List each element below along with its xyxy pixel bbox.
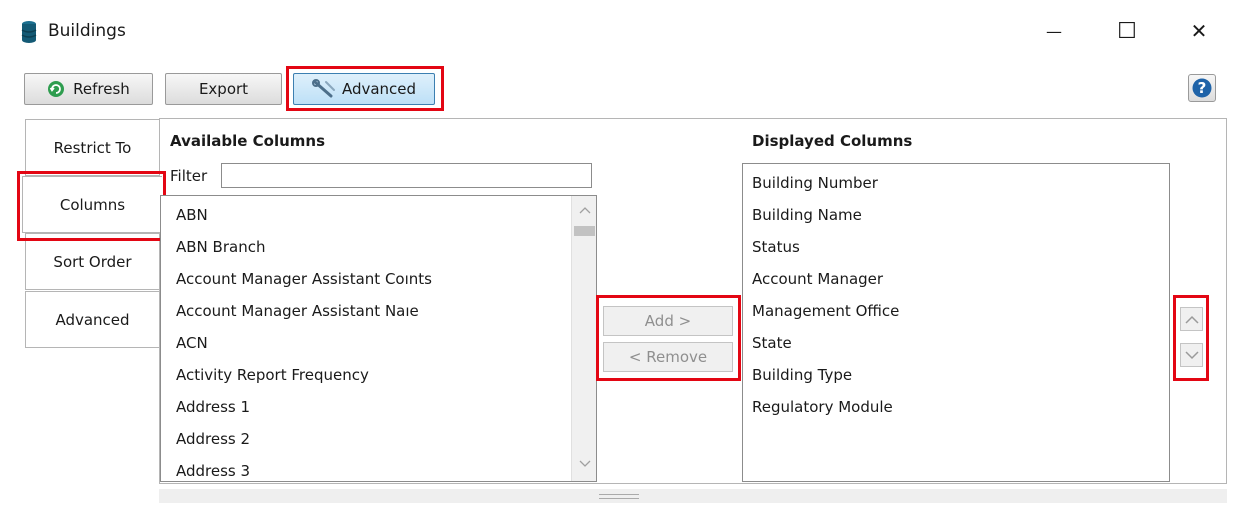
list-item[interactable]: Building Name (752, 206, 862, 224)
minimize-button[interactable]: — (1039, 16, 1069, 46)
refresh-icon (48, 81, 65, 97)
add-label: Add > (644, 312, 692, 330)
list-item[interactable]: Activity Report Frequency (176, 366, 369, 384)
tab-advanced-label: Advanced (55, 310, 130, 329)
available-columns-heading: Available Columns (170, 132, 326, 150)
tab-sort-order-label: Sort Order (53, 252, 132, 271)
refresh-label: Refresh (73, 80, 130, 98)
list-item[interactable]: Address 2 (176, 430, 250, 448)
available-scrollbar[interactable] (571, 196, 596, 481)
scroll-thumb[interactable] (574, 226, 595, 236)
move-down-button[interactable] (1180, 343, 1203, 367)
maximize-button[interactable]: ☐ (1112, 16, 1142, 46)
chevron-down-icon (1184, 350, 1199, 359)
filter-label: Filter (170, 167, 208, 185)
splitter-bar[interactable] (159, 489, 1227, 503)
database-icon (21, 21, 37, 43)
scroll-up-arrow[interactable] (572, 200, 596, 220)
splitter-grip[interactable] (599, 494, 639, 499)
list-item[interactable]: ACN (176, 334, 208, 352)
list-item[interactable]: ABN Branch (176, 238, 265, 256)
help-glyph: ? (1197, 79, 1207, 97)
tab-columns-label: Columns (59, 195, 126, 214)
list-item[interactable]: Address 1 (176, 398, 250, 416)
tab-advanced[interactable]: Advanced (25, 291, 160, 348)
list-item[interactable]: Management Office (752, 302, 899, 320)
tab-restrict-to-label: Restrict To (53, 138, 132, 157)
advanced-label: Advanced (341, 80, 417, 98)
close-icon: ✕ (1190, 19, 1208, 43)
list-item[interactable]: Account Manager Assistant Naıe (176, 302, 419, 320)
wrench-icon (311, 79, 335, 98)
export-label: Export (198, 80, 249, 98)
move-up-button[interactable] (1180, 307, 1203, 331)
list-item[interactable]: State (752, 334, 792, 352)
title-bar: Buildings — ☐ ✕ (0, 0, 1237, 62)
maximize-icon: ☐ (1117, 18, 1137, 44)
export-button[interactable]: Export (165, 73, 282, 105)
chevron-up-icon (1184, 315, 1199, 324)
tab-columns[interactable]: Columns (22, 176, 162, 233)
scroll-down-arrow[interactable] (572, 454, 596, 474)
remove-button[interactable]: < Remove (603, 342, 733, 372)
chevron-down-icon (579, 460, 590, 467)
list-item[interactable]: ABN (176, 206, 208, 224)
filter-input[interactable] (221, 163, 592, 188)
remove-label: < Remove (628, 348, 708, 366)
help-button[interactable]: ? (1188, 74, 1216, 102)
list-item[interactable]: Account Manager Assistant Coınts (176, 270, 432, 288)
minimize-icon: — (1046, 21, 1062, 41)
chevron-up-icon (579, 207, 590, 214)
advanced-button[interactable]: Advanced (293, 73, 435, 105)
close-button[interactable]: ✕ (1184, 16, 1214, 46)
list-item[interactable]: Account Manager (752, 270, 883, 288)
tab-restrict-to[interactable]: Restrict To (25, 119, 160, 176)
window-title: Buildings (48, 21, 126, 41)
available-columns-list[interactable]: ABN ABN Branch Account Manager Assistant… (160, 195, 597, 482)
displayed-columns-heading: Displayed Columns (752, 132, 913, 150)
list-item[interactable]: Regulatory Module (752, 398, 893, 416)
list-item[interactable]: Building Number (752, 174, 878, 192)
add-button[interactable]: Add > (603, 306, 733, 336)
list-item[interactable]: Address 3 (176, 462, 250, 480)
list-item[interactable]: Status (752, 238, 800, 256)
displayed-columns-list[interactable]: Building Number Building Name Status Acc… (742, 163, 1170, 482)
tab-sort-order[interactable]: Sort Order (25, 233, 160, 290)
refresh-button[interactable]: Refresh (24, 73, 153, 105)
list-item[interactable]: Building Type (752, 366, 852, 384)
